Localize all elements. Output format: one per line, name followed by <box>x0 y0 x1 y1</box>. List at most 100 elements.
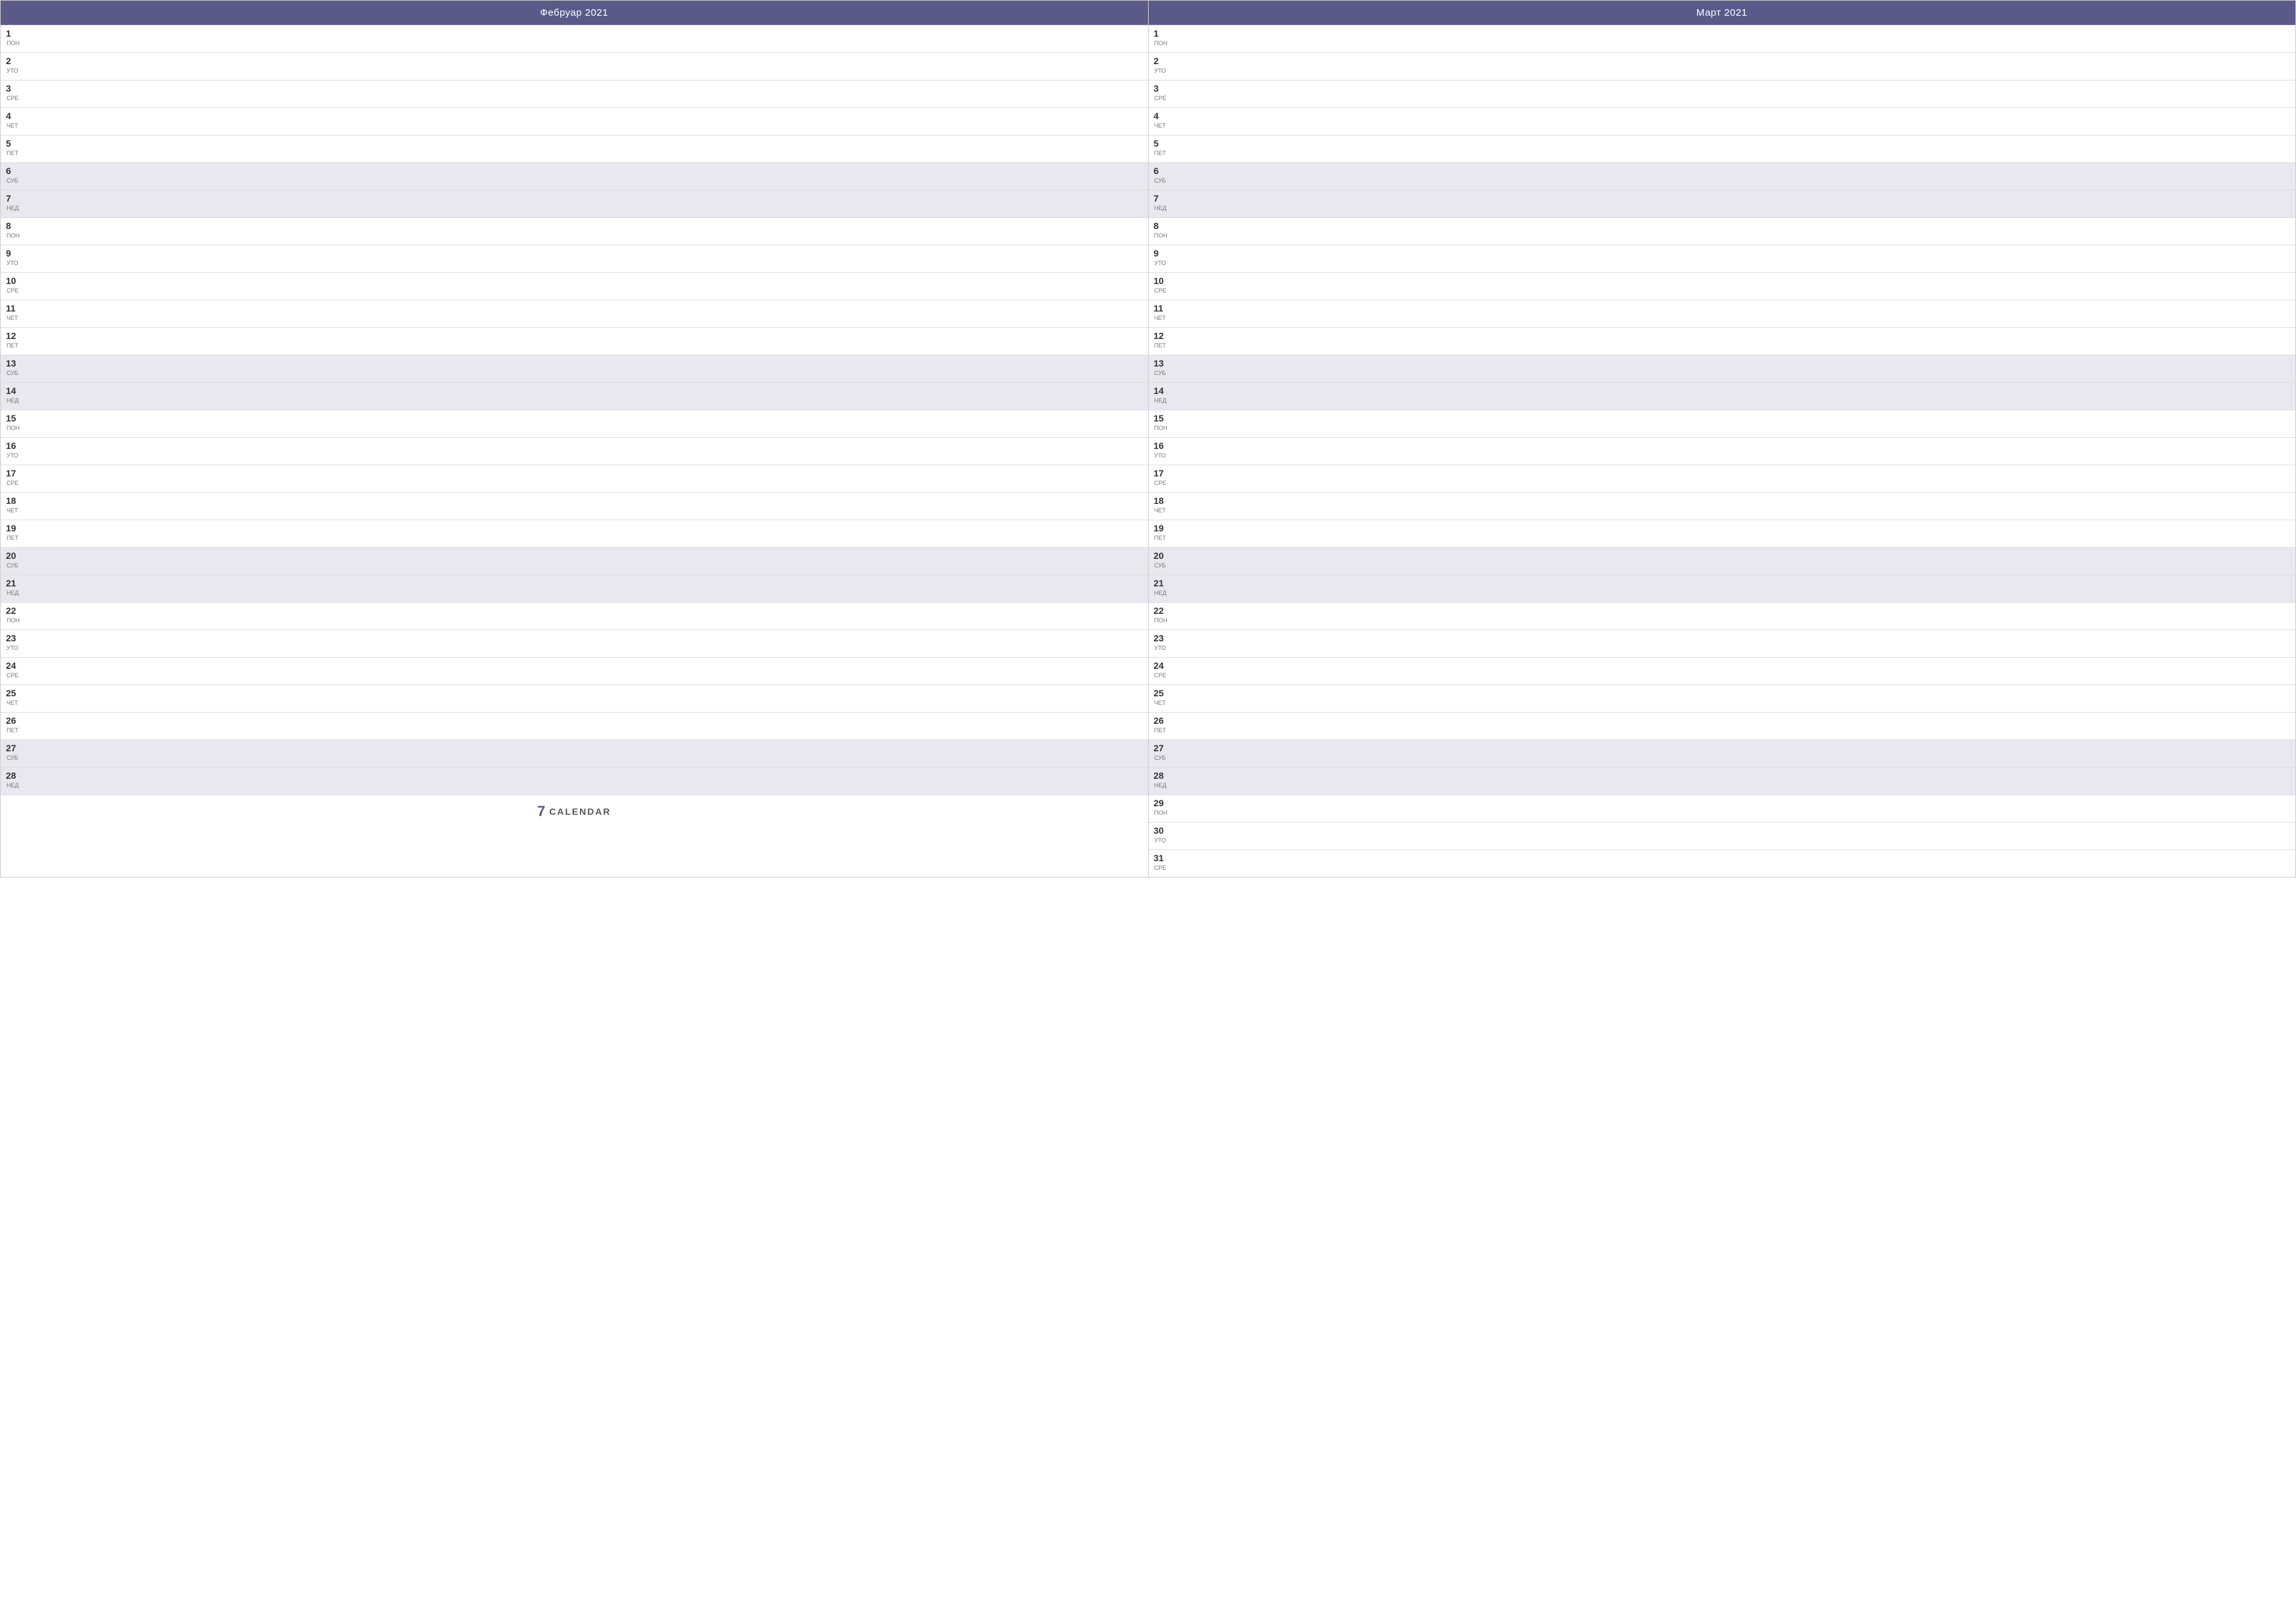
day-row[interactable]: 19ПЕТ <box>1149 520 2296 547</box>
day-row[interactable]: 20СУБ <box>1149 547 2296 575</box>
day-name: ПЕТ <box>7 150 20 156</box>
day-cell: 9УТО <box>1154 248 1168 266</box>
day-number: 14 <box>1154 385 1168 396</box>
day-number: 16 <box>6 440 20 451</box>
day-number: 20 <box>6 550 20 561</box>
day-row[interactable]: 18ЧЕТ <box>1149 492 2296 520</box>
day-number: 16 <box>1154 440 1168 451</box>
day-row[interactable]: 19ПЕТ <box>1 520 1148 547</box>
day-cell: 22ПОН <box>6 605 20 624</box>
day-row[interactable]: 17СРЕ <box>1149 465 2296 492</box>
day-cell: 3СРЕ <box>1154 83 1168 101</box>
day-row[interactable]: 13СУБ <box>1149 355 2296 382</box>
day-row[interactable]: 17СРЕ <box>1 465 1148 492</box>
day-row[interactable]: 22ПОН <box>1 602 1148 630</box>
day-row[interactable]: 23УТО <box>1 630 1148 657</box>
day-row[interactable]: 6СУБ <box>1149 162 2296 190</box>
day-name: СУБ <box>1155 370 1168 376</box>
day-row[interactable]: 24СРЕ <box>1149 657 2296 685</box>
day-row[interactable]: 28НЕД <box>1 767 1148 794</box>
calendar-brand-footer: 7CALENDAR <box>1 794 1148 828</box>
day-row[interactable]: 25ЧЕТ <box>1149 685 2296 712</box>
day-name: СУБ <box>1155 177 1168 184</box>
day-number: 3 <box>1154 83 1168 94</box>
day-row[interactable]: 10СРЕ <box>1 272 1148 300</box>
day-row[interactable]: 5ПЕТ <box>1 135 1148 162</box>
day-row[interactable]: 16УТО <box>1 437 1148 465</box>
day-row[interactable]: 7НЕД <box>1149 190 2296 217</box>
day-cell: 18ЧЕТ <box>1154 495 1168 514</box>
day-number: 9 <box>1154 248 1168 259</box>
day-row[interactable]: 12ПЕТ <box>1149 327 2296 355</box>
day-row[interactable]: 23УТО <box>1149 630 2296 657</box>
day-row[interactable]: 4ЧЕТ <box>1 107 1148 135</box>
day-number: 8 <box>6 221 20 231</box>
day-row[interactable]: 15ПОН <box>1 410 1148 437</box>
day-cell: 6СУБ <box>1154 166 1168 184</box>
day-row[interactable]: 3СРЕ <box>1 80 1148 107</box>
day-name: СРЕ <box>1155 865 1168 871</box>
day-row[interactable]: 28НЕД <box>1149 767 2296 794</box>
day-row[interactable]: 11ЧЕТ <box>1149 300 2296 327</box>
day-row[interactable]: 3СРЕ <box>1149 80 2296 107</box>
day-row[interactable]: 26ПЕТ <box>1149 712 2296 740</box>
day-row[interactable]: 9УТО <box>1149 245 2296 272</box>
day-row[interactable]: 5ПЕТ <box>1149 135 2296 162</box>
day-row[interactable]: 8ПОН <box>1149 217 2296 245</box>
day-row[interactable]: 11ЧЕТ <box>1 300 1148 327</box>
day-cell: 1ПОН <box>6 28 20 46</box>
day-row[interactable]: 4ЧЕТ <box>1149 107 2296 135</box>
day-row[interactable]: 2УТО <box>1149 52 2296 80</box>
day-name: СУБ <box>7 177 20 184</box>
day-row[interactable]: 25ЧЕТ <box>1 685 1148 712</box>
day-number: 22 <box>1154 605 1168 616</box>
day-row[interactable]: 13СУБ <box>1 355 1148 382</box>
day-row[interactable]: 27СУБ <box>1 740 1148 767</box>
day-cell: 5ПЕТ <box>6 138 20 156</box>
day-number: 26 <box>6 715 20 726</box>
day-cell: 26ПЕТ <box>1154 715 1168 734</box>
day-cell: 15ПОН <box>6 413 20 431</box>
day-row[interactable]: 22ПОН <box>1149 602 2296 630</box>
day-cell: 8ПОН <box>1154 221 1168 239</box>
day-row[interactable]: 6СУБ <box>1 162 1148 190</box>
day-cell: 21НЕД <box>1154 578 1168 596</box>
day-row[interactable]: 10СРЕ <box>1149 272 2296 300</box>
day-row[interactable]: 9УТО <box>1 245 1148 272</box>
day-name: ЧЕТ <box>7 700 20 706</box>
day-number: 12 <box>1154 330 1168 341</box>
day-row[interactable]: 14НЕД <box>1 382 1148 410</box>
day-row[interactable]: 7НЕД <box>1 190 1148 217</box>
day-number: 24 <box>1154 660 1168 671</box>
day-row[interactable]: 26ПЕТ <box>1 712 1148 740</box>
day-row[interactable]: 21НЕД <box>1149 575 2296 602</box>
day-row[interactable]: 18ЧЕТ <box>1 492 1148 520</box>
day-row[interactable]: 20СУБ <box>1 547 1148 575</box>
day-row[interactable]: 14НЕД <box>1149 382 2296 410</box>
day-name: УТО <box>1155 452 1168 459</box>
day-row[interactable]: 31СРЕ <box>1149 849 2296 877</box>
day-row[interactable]: 16УТО <box>1149 437 2296 465</box>
day-row[interactable]: 15ПОН <box>1149 410 2296 437</box>
day-number: 21 <box>6 578 20 588</box>
day-row[interactable]: 30УТО <box>1149 822 2296 849</box>
day-row[interactable]: 2УТО <box>1 52 1148 80</box>
day-row[interactable]: 29ПОН <box>1149 794 2296 822</box>
day-name: УТО <box>7 452 20 459</box>
day-row[interactable]: 24СРЕ <box>1 657 1148 685</box>
day-row[interactable]: 8ПОН <box>1 217 1148 245</box>
day-row[interactable]: 27СУБ <box>1149 740 2296 767</box>
day-cell: 7НЕД <box>6 193 20 211</box>
day-name: СУБ <box>7 562 20 569</box>
day-row[interactable]: 21НЕД <box>1 575 1148 602</box>
day-cell: 14НЕД <box>6 385 20 404</box>
day-name: ПЕТ <box>1155 727 1168 734</box>
day-row[interactable]: 1ПОН <box>1 25 1148 52</box>
day-cell: 4ЧЕТ <box>6 111 20 129</box>
day-cell: 13СУБ <box>1154 358 1168 376</box>
day-cell: 19ПЕТ <box>1154 523 1168 541</box>
day-name: УТО <box>1155 260 1168 266</box>
day-row[interactable]: 1ПОН <box>1149 25 2296 52</box>
day-row[interactable]: 12ПЕТ <box>1 327 1148 355</box>
day-name: СРЕ <box>1155 95 1168 101</box>
